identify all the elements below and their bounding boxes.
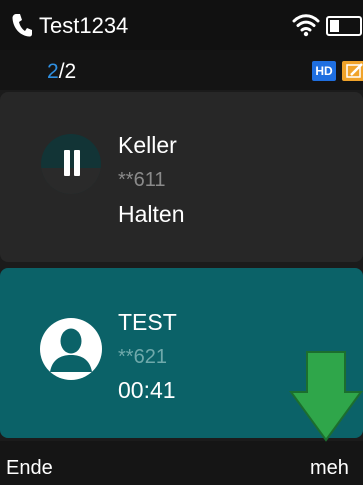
battery-icon — [326, 16, 362, 36]
active-call-timer: 00:41 — [118, 377, 176, 403]
account-name: Test1234 — [39, 13, 129, 38]
current-call-index: 2 — [47, 60, 59, 83]
softkey-bar — [0, 441, 363, 485]
call-counter: 2/2 — [47, 60, 76, 84]
active-call-number: **621 — [118, 346, 167, 368]
wifi-icon — [292, 14, 320, 37]
phone-icon — [12, 14, 32, 37]
contact-avatar-icon — [40, 318, 102, 380]
active-call-name: TEST — [118, 309, 177, 335]
total-calls: 2 — [64, 60, 77, 83]
status-bar: Test1234 — [0, 0, 363, 50]
held-call-number: **611 — [118, 169, 166, 191]
edit-icon — [342, 61, 363, 81]
hd-badge: HD — [312, 61, 336, 81]
down-arrow-icon — [289, 351, 363, 442]
held-call-name: Keller — [118, 132, 177, 158]
end-call-softkey[interactable]: Ende — [6, 456, 53, 480]
more-softkey[interactable]: meh — [310, 456, 349, 480]
pause-icon — [41, 134, 101, 194]
held-call-status: Halten — [118, 201, 185, 227]
